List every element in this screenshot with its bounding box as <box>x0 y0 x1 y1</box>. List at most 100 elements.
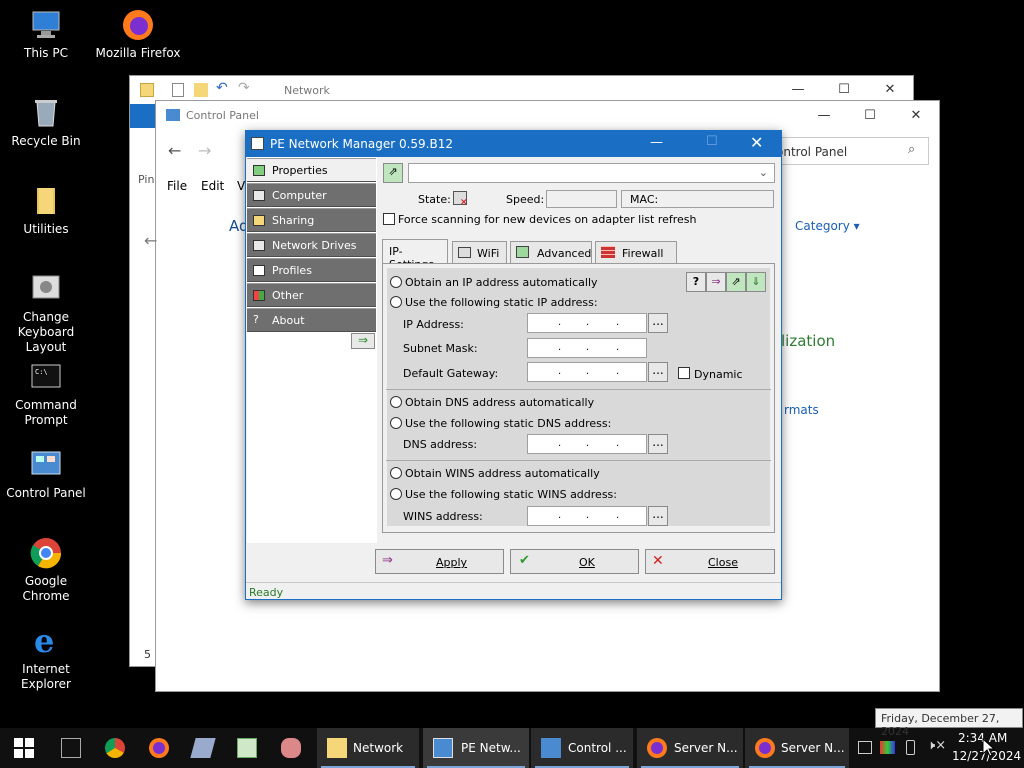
wins-browse-button[interactable]: ... <box>648 506 668 526</box>
appearance-link-partial[interactable]: lization <box>781 332 835 350</box>
dynamic-checkbox[interactable] <box>678 367 690 379</box>
search-text: ontrol Panel <box>776 145 848 159</box>
ip-address-browse-button[interactable]: ... <box>648 313 668 333</box>
obtain-wins-radio[interactable] <box>390 467 402 479</box>
default-gateway-label: Default Gateway: <box>403 367 499 380</box>
refresh-adapters-button[interactable]: ⇗ <box>383 163 403 183</box>
dialog-titlebar[interactable]: PE Network Manager 0.59.B12 — ☐ ✕ <box>246 131 781 157</box>
sharing-icon <box>253 215 265 226</box>
volume-muted-icon[interactable]: 🕨× <box>927 738 946 753</box>
arrow-right-icon[interactable]: ⇒ <box>706 272 726 292</box>
desktop-icon-this-pc[interactable]: This PC <box>0 8 92 61</box>
minimize-button[interactable]: — <box>650 135 663 150</box>
speed-label: Speed: <box>506 193 545 206</box>
close-dialog-button[interactable]: ✕ Close <box>645 549 775 574</box>
undo-icon[interactable]: ↶ <box>216 80 228 96</box>
obtain-wins-label: Obtain WINS address automatically <box>405 467 600 480</box>
export-icon[interactable]: ⇗ <box>726 272 746 292</box>
taskbar-item-control-panel[interactable]: Control ... <box>531 728 633 768</box>
static-wins-radio[interactable] <box>390 488 402 500</box>
desktop-icon-firefox[interactable]: Mozilla Firefox <box>92 8 184 61</box>
apply-button[interactable]: ⇒ Apply <box>375 549 504 574</box>
back-arrow-icon[interactable]: ← <box>168 141 181 160</box>
display-tray-icon[interactable] <box>880 741 895 754</box>
properties-icon[interactable] <box>172 83 184 97</box>
maximize-button[interactable]: ☐ <box>706 134 718 149</box>
formats-link-partial[interactable]: rmats <box>784 403 819 417</box>
svg-text:e: e <box>34 624 54 658</box>
dynamic-label: Dynamic <box>694 368 743 381</box>
desktop-icon-chrome[interactable]: Google Chrome <box>0 536 92 604</box>
search-box[interactable]: ontrol Panel ⌕ <box>771 137 929 165</box>
expand-down-icon[interactable]: ⇓ <box>746 272 766 292</box>
close-button[interactable]: ✕ <box>750 133 763 152</box>
firefox-icon <box>755 738 775 758</box>
sidebar-item-sharing[interactable]: Sharing <box>247 208 376 232</box>
taskbar-cmd[interactable] <box>52 728 90 768</box>
static-ip-radio[interactable] <box>390 296 402 308</box>
gateway-browse-button[interactable]: ... <box>648 362 668 382</box>
taskbar-app-6[interactable] <box>272 728 310 768</box>
sidebar-item-network-drives[interactable]: Network Drives <box>247 233 376 257</box>
sidebar-item-computer[interactable]: Computer <box>247 183 376 207</box>
status-text: Ready <box>249 586 284 599</box>
desktop-icon-keyboard-layout[interactable]: Change Keyboard Layout <box>0 272 92 355</box>
control-panel-titlebar[interactable]: Control Panel — ☐ ✕ <box>156 101 939 131</box>
default-gateway-input[interactable]: ... <box>527 362 647 382</box>
sidebar-item-other[interactable]: Other <box>247 283 376 307</box>
sidebar-item-profiles[interactable]: Profiles <box>247 258 376 282</box>
back-link-icon[interactable]: ← <box>144 231 157 250</box>
tab-wifi[interactable]: WiFi <box>452 241 507 263</box>
ok-button[interactable]: ✔ OK <box>510 549 639 574</box>
dns-address-input[interactable]: ... <box>527 434 647 454</box>
wins-address-input[interactable]: ... <box>527 506 647 526</box>
view-by-category[interactable]: Category ▾ <box>795 219 860 233</box>
obtain-ip-radio[interactable] <box>390 276 402 288</box>
taskbar-app-5[interactable] <box>228 728 266 768</box>
network-manager-icon <box>251 137 264 150</box>
forward-arrow-icon[interactable]: → <box>198 141 211 160</box>
force-scan-checkbox[interactable] <box>383 213 395 225</box>
close-button[interactable]: ✕ <box>893 102 939 130</box>
static-dns-radio[interactable] <box>390 417 402 429</box>
sidebar-item-about[interactable]: ? About <box>247 308 376 332</box>
taskbar-chrome[interactable] <box>96 728 134 768</box>
menu-file[interactable]: File <box>167 179 187 193</box>
taskbar-app-4[interactable] <box>184 728 222 768</box>
taskbar-item-server-1[interactable]: Server N... <box>637 728 743 768</box>
subnet-mask-input[interactable]: ... <box>527 338 647 358</box>
network-tray-icon[interactable] <box>858 741 872 754</box>
sidebar: Properties Computer Sharing Network Driv… <box>247 157 377 543</box>
dns-browse-button[interactable]: ... <box>648 434 668 454</box>
adapter-select[interactable]: ⌄ <box>408 163 775 183</box>
usb-tray-icon[interactable] <box>906 740 915 755</box>
tab-advanced[interactable]: Advanced <box>510 241 592 263</box>
taskbar-firefox[interactable] <box>140 728 178 768</box>
sidebar-item-properties[interactable]: Properties <box>247 158 376 182</box>
desktop-icon-control-panel[interactable]: Control Panel <box>0 448 92 501</box>
desktop-icon-ie[interactable]: e Internet Explorer <box>0 622 92 692</box>
desktop-icon-command-prompt[interactable]: C:\ Command Prompt <box>0 360 92 428</box>
maximize-button[interactable]: ☐ <box>847 102 893 130</box>
redo-icon[interactable]: ↷ <box>238 80 250 96</box>
menu-edit[interactable]: Edit <box>201 179 224 193</box>
taskbar-item-network[interactable]: Network <box>317 728 419 768</box>
taskbar: Network PE Netw... Control ... Server N.… <box>0 728 1024 768</box>
tab-firewall[interactable]: Firewall <box>595 241 677 263</box>
taskbar-item-server-2[interactable]: Server N... <box>745 728 849 768</box>
dns-address-label: DNS address: <box>403 438 478 451</box>
desktop-icon-recycle-bin[interactable]: Recycle Bin <box>0 96 92 149</box>
help-icon[interactable]: ? <box>686 272 706 292</box>
pin-text: Pin <box>138 173 155 186</box>
new-folder-icon[interactable] <box>194 83 208 97</box>
desktop-icon-utilities[interactable]: Utilities <box>0 184 92 237</box>
pe-network-manager-dialog[interactable]: PE Network Manager 0.59.B12 — ☐ ✕ Proper… <box>245 130 782 600</box>
mac-field: MAC: <box>621 190 774 208</box>
start-button[interactable] <box>0 728 48 768</box>
taskbar-item-pe-network[interactable]: PE Netw... <box>423 728 529 768</box>
collapse-sidebar-button[interactable]: ⇒ <box>351 333 375 349</box>
minimize-button[interactable]: — <box>801 102 847 130</box>
tab-ip-settings[interactable]: IP-Settings <box>382 239 448 271</box>
ip-address-input[interactable]: ... <box>527 313 647 333</box>
obtain-dns-radio[interactable] <box>390 396 402 408</box>
